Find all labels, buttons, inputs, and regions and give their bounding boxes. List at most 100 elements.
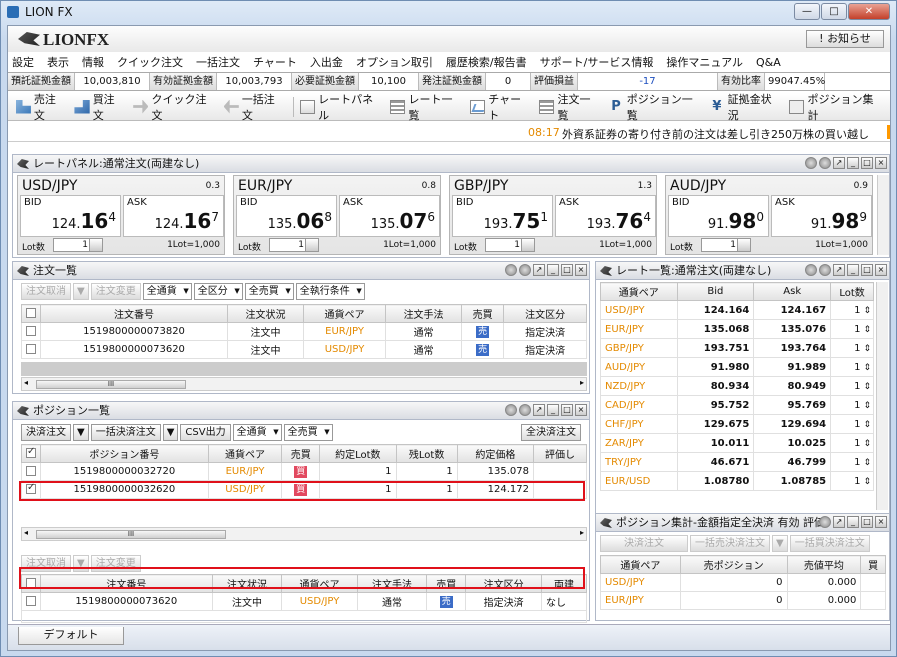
bid-price[interactable]: 80.934 [676,376,755,396]
column-header[interactable]: 通貨ペア [207,444,283,463]
rate-list-vscroll[interactable] [876,282,888,510]
column-header[interactable]: 売値平均 [786,555,862,574]
spin-icon[interactable]: ⇕ [863,439,871,449]
ask-price[interactable]: 1.08785 [753,471,832,491]
table-row[interactable]: TRY/JPY 46.671 46.799 1 ⇕ [600,452,874,472]
select-all-checkbox[interactable] [26,446,36,458]
sell-order-button[interactable]: 売注文 [15,91,66,123]
select-all-header[interactable] [21,444,41,463]
lot-stepper[interactable]: 1 ⇕ [830,357,874,377]
lot-stepper[interactable]: 1 ⇕ [830,433,874,453]
settings-icon[interactable] [519,404,531,416]
close-icon[interactable]: × [875,516,887,528]
lot-stepper[interactable]: 1 ⇕ [830,471,874,491]
minimize-button[interactable]: — [794,3,820,20]
table-row[interactable]: GBP/JPY 193.751 193.764 1 ⇕ [600,338,874,358]
table-row[interactable]: EUR/JPY 0 0.000 [600,591,886,610]
column-header[interactable]: 売買 [281,444,321,463]
agg-bulk-buy-settle-button[interactable]: 一括買決済注文 [789,535,870,552]
lot-value[interactable]: 1 [854,324,860,335]
table-row[interactable]: CHF/JPY 129.675 129.694 1 ⇕ [600,414,874,434]
pin-icon[interactable]: ↗ [533,404,545,416]
gear-icon[interactable] [805,157,817,169]
lot-value[interactable]: 1 [854,343,860,354]
column-header[interactable]: 買 [860,555,886,574]
close-icon[interactable]: × [575,264,587,276]
buy-order-button[interactable]: 買注文 [74,91,124,123]
lot-stepper[interactable]: 1 ⇕ [830,338,874,358]
lot-value[interactable]: 1 [854,362,860,373]
lot-stepper[interactable]: 1 [269,238,319,252]
modify-order-button[interactable]: 注文変更 [90,283,141,300]
bid-price[interactable]: 46.671 [676,452,755,472]
bulk-settle-dropdown[interactable]: ▼ [162,424,179,441]
maximize-icon[interactable]: □ [861,157,873,169]
ticker-message[interactable]: 外資系証券の寄り付き前の注文は差し引き250万株の買い越し [562,126,869,142]
row-select[interactable] [21,340,41,359]
rate-panel-scrollbar[interactable] [877,175,889,255]
spin-icon[interactable]: ⇕ [863,382,871,392]
menu-item[interactable]: 情報 [82,54,104,70]
condition-filter[interactable]: 全執行条件 [295,283,365,300]
column-header[interactable]: Ask [753,282,832,301]
rate-list-button[interactable]: レート一覧 [390,91,461,123]
ask-price[interactable]: 80.949 [753,376,832,396]
ask-price[interactable]: 129.694 [753,414,832,434]
row-checkbox[interactable] [26,466,36,476]
menu-item[interactable]: 入出金 [310,54,343,70]
bid-price[interactable]: 95.752 [676,395,755,415]
bid-price[interactable]: 135.068 [676,319,755,339]
agg-settle-button[interactable]: 決済注文 [600,535,688,552]
minimize-icon[interactable]: _ [847,516,859,528]
agg-dropdown[interactable]: ▼ [772,535,788,552]
close-icon[interactable]: × [575,404,587,416]
position-side-filter[interactable]: 全売買 [283,424,333,441]
bid-price[interactable]: 124.164 [676,300,755,320]
maximize-icon[interactable]: □ [561,264,573,276]
settings-icon[interactable] [819,157,831,169]
column-header[interactable]: 通貨ペア [600,555,681,574]
agg-bulk-sell-settle-button[interactable]: 一括売決済注文 [690,535,770,552]
table-row[interactable]: AUD/JPY 91.980 91.989 1 ⇕ [600,357,874,377]
menu-item[interactable]: クイック注文 [117,54,183,70]
select-all-checkbox[interactable] [26,308,36,318]
table-row[interactable]: 1519800000032720 EUR/JPY 買 1 1 135.078 [21,462,588,481]
scroll-thumb[interactable]: III [36,530,226,539]
csv-export-button[interactable]: CSV出力 [180,424,231,441]
bid-button[interactable]: BID 135.068 [236,195,337,237]
pin-icon[interactable]: ↗ [833,264,845,276]
spin-icon[interactable]: ⇕ [863,325,871,335]
select-all-header[interactable] [21,304,41,323]
column-header[interactable]: 注文手法 [385,304,463,323]
maximize-button[interactable]: □ [821,3,847,20]
column-header[interactable]: 売ポジション [679,555,788,574]
row-select[interactable] [21,462,41,481]
minimize-icon[interactable]: _ [847,264,859,276]
pin-icon[interactable]: ↗ [533,264,545,276]
minimize-icon[interactable]: _ [547,264,559,276]
ask-button[interactable]: ASK 124.167 [123,195,224,237]
table-row[interactable]: EUR/JPY 135.068 135.076 1 ⇕ [600,319,874,339]
menu-item[interactable]: 操作マニュアル [666,54,743,70]
maximize-icon[interactable]: □ [561,404,573,416]
ask-price[interactable]: 95.769 [753,395,832,415]
lot-stepper[interactable]: 1 [701,238,751,252]
notice-button[interactable]: ! お知らせ [806,30,884,48]
pin-icon[interactable]: ↗ [833,516,845,528]
spin-icon[interactable]: ⇕ [863,477,871,487]
column-header[interactable]: Lot数 [830,282,874,301]
table-row[interactable]: 1519800000073620 注文中 USD/JPY 通常売指定決済 [21,340,587,359]
spin-icon[interactable]: ⇕ [863,420,871,430]
bid-price[interactable]: 1.08780 [676,471,755,491]
lot-stepper[interactable]: 1 ⇕ [830,300,874,320]
column-header[interactable]: 注文状況 [227,304,305,323]
tab-default[interactable]: デフォルト [18,627,124,645]
bid-button[interactable]: BID 124.164 [20,195,121,237]
lot-value[interactable]: 1 [854,419,860,430]
ask-price[interactable]: 10.025 [753,433,832,453]
row-select[interactable] [21,322,41,341]
column-header[interactable]: Bid [676,282,755,301]
cancel-order-button[interactable]: 注文取消 [21,283,71,300]
settle-all-button[interactable]: 全決済注文 [521,424,581,441]
row-checkbox[interactable] [26,596,36,606]
